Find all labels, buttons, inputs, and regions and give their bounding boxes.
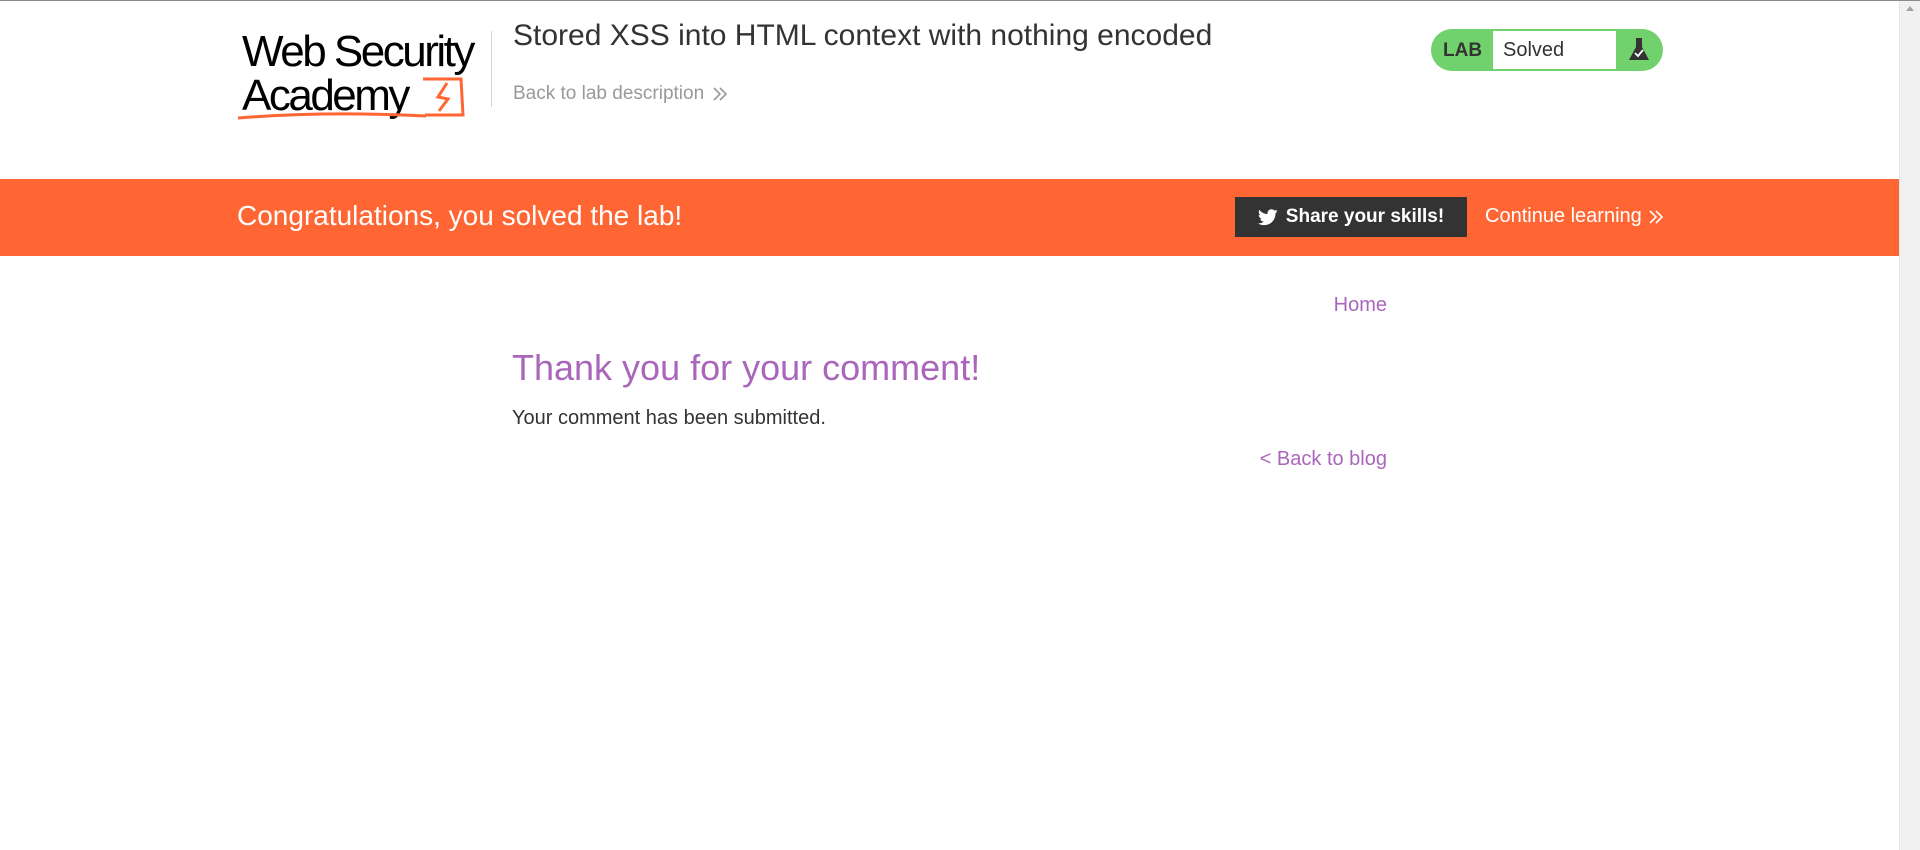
lab-status-text: Solved [1493, 31, 1616, 69]
header-divider [491, 31, 492, 107]
double-chevron-right-icon [1649, 209, 1663, 224]
back-to-lab-description-label: Back to lab description [513, 83, 705, 104]
vertical-scrollbar[interactable] [1899, 1, 1920, 850]
lab-header: Web Security Academy Stored XSS into HTM… [0, 1, 1899, 179]
congratulations-message: Congratulations, you solved the lab! [237, 200, 683, 231]
share-skills-label: Share your skills! [1285, 206, 1445, 227]
lab-status-widget: LAB Solved [1431, 29, 1663, 71]
academy-logo-graphic: Web Security Academy [237, 27, 478, 120]
nav-home-link[interactable]: Home [1334, 294, 1387, 317]
main-content: Home Thank you for your comment! Your co… [512, 256, 1387, 556]
lab-title: Stored XSS into HTML context with nothin… [513, 19, 1213, 52]
lab-badge: LAB [1443, 40, 1483, 61]
page: Web Security Academy Stored XSS into HTM… [0, 1, 1899, 850]
back-to-blog-link[interactable]: < Back to blog [1260, 448, 1387, 471]
continue-learning-link[interactable]: Continue learning [1485, 205, 1664, 228]
flask-icon [1629, 38, 1649, 60]
academy-logo[interactable]: Web Security Academy [236, 23, 491, 123]
continue-learning-label: Continue learning [1485, 205, 1642, 227]
scroll-up-arrow-icon[interactable] [1906, 6, 1914, 11]
share-skills-button[interactable]: Share your skills! [1235, 197, 1467, 237]
logo-text-line1: Web Security [242, 27, 475, 76]
page-heading: Thank you for your comment! [512, 347, 981, 388]
back-to-lab-description-link[interactable]: Back to lab description [513, 83, 728, 105]
double-chevron-right-icon [713, 87, 728, 101]
twitter-bird-icon [1257, 208, 1278, 225]
submission-message: Your comment has been submitted. [512, 407, 826, 429]
solved-banner: Congratulations, you solved the lab! Sha… [0, 179, 1899, 256]
